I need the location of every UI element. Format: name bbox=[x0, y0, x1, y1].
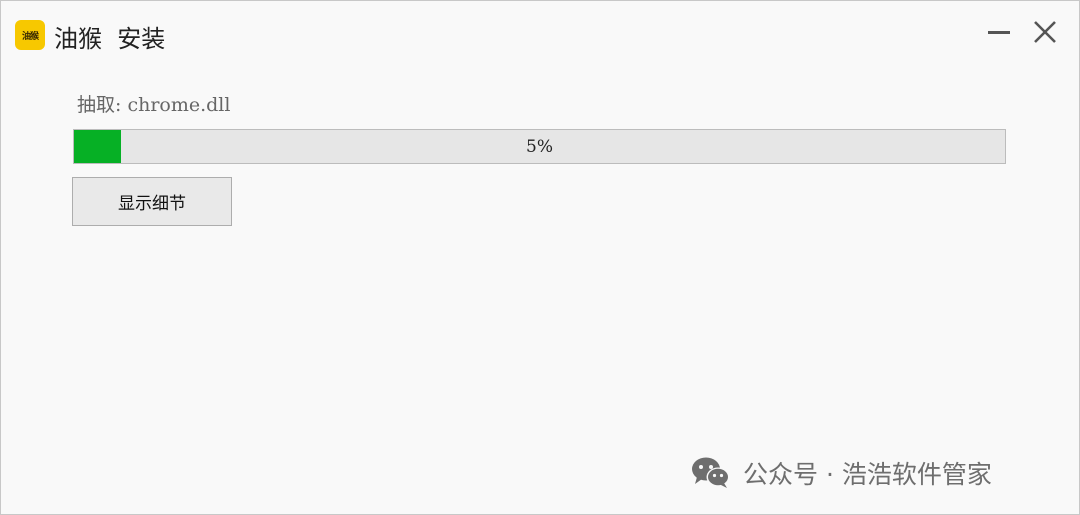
watermark-text: 公众号 · 浩浩软件管家 bbox=[743, 460, 992, 489]
installer-window: 油猴 油猴 安装 抽取: chrome.dll 5% 显示细节 公众号 · 浩浩… bbox=[0, 0, 1080, 515]
progress-bar: 5% bbox=[73, 129, 1006, 164]
extract-status-text: 抽取: chrome.dll bbox=[77, 94, 231, 116]
show-details-button[interactable]: 显示细节 bbox=[72, 177, 232, 226]
minimize-icon bbox=[988, 31, 1010, 34]
watermark: 公众号 · 浩浩软件管家 bbox=[691, 453, 992, 493]
app-logo-text: 油猴 bbox=[21, 31, 39, 42]
close-icon bbox=[1034, 21, 1056, 43]
close-button[interactable] bbox=[1028, 15, 1062, 49]
progress-percent-label: 5% bbox=[526, 136, 553, 157]
minimize-button[interactable] bbox=[982, 15, 1016, 49]
window-title: 油猴 安装 bbox=[54, 25, 166, 53]
title-bar: 油猴 油猴 安装 bbox=[1, 1, 1079, 67]
app-logo-icon: 油猴 bbox=[15, 20, 45, 50]
wechat-icon bbox=[692, 457, 730, 488]
